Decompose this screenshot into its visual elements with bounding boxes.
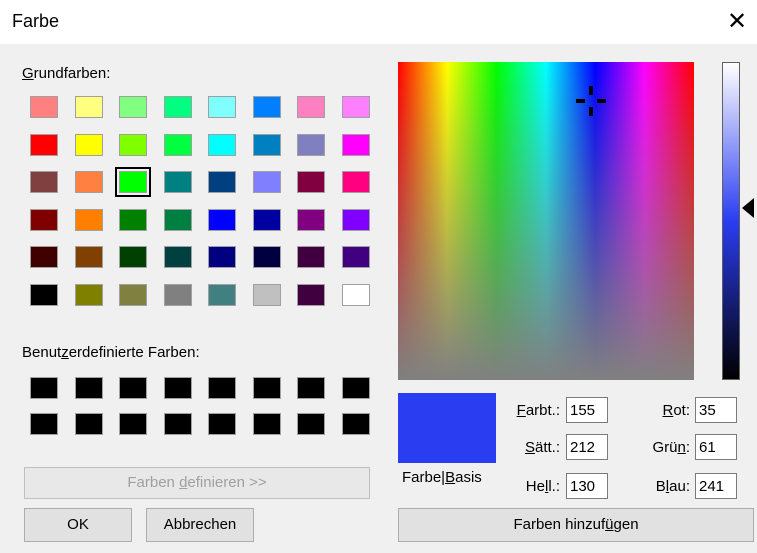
- custom-color-swatch[interactable]: [74, 413, 103, 435]
- basic-color-swatch[interactable]: [252, 283, 281, 306]
- basic-color-swatch[interactable]: [208, 283, 236, 306]
- basic-color-swatch[interactable]: [115, 167, 151, 197]
- basic-color-swatch[interactable]: [208, 96, 236, 118]
- basic-color-swatch[interactable]: [74, 246, 103, 268]
- luminance-label: Hell.:: [525, 478, 560, 495]
- add-color-button[interactable]: Farben hinzufügen: [398, 508, 754, 542]
- basic-color-swatch[interactable]: [252, 208, 281, 231]
- color-preview: [398, 393, 496, 463]
- basic-color-swatch[interactable]: [163, 283, 192, 306]
- basic-color-swatch[interactable]: [341, 96, 370, 118]
- basic-color-swatch[interactable]: [297, 96, 325, 118]
- custom-color-swatch[interactable]: [252, 377, 281, 399]
- basic-color-swatch[interactable]: [74, 133, 103, 156]
- custom-color-swatch[interactable]: [163, 413, 192, 435]
- custom-color-swatch[interactable]: [208, 377, 236, 399]
- green-label: Grün:: [652, 439, 690, 456]
- custom-color-swatch[interactable]: [252, 413, 281, 435]
- custom-colors-label: Benutzerdefinierte Farben:: [22, 344, 200, 361]
- basic-color-swatch[interactable]: [208, 208, 236, 231]
- basic-color-swatch[interactable]: [252, 96, 281, 118]
- custom-color-swatch[interactable]: [30, 377, 58, 399]
- blue-label: Blau:: [655, 478, 690, 495]
- hue-label: Farbt.:: [516, 402, 560, 419]
- preview-label: Farbe|Basis: [402, 469, 482, 486]
- red-label: Rot:: [662, 402, 690, 419]
- title-bar: Farbe ✕: [0, 0, 757, 44]
- custom-color-swatch[interactable]: [30, 413, 58, 435]
- saturation-input[interactable]: [566, 434, 608, 460]
- custom-color-swatch[interactable]: [341, 413, 370, 435]
- basic-color-swatch[interactable]: [341, 208, 370, 231]
- basic-color-swatch[interactable]: [119, 283, 147, 306]
- basic-color-swatch[interactable]: [74, 96, 103, 118]
- basic-color-swatch[interactable]: [119, 133, 147, 156]
- basic-color-swatch[interactable]: [208, 133, 236, 156]
- basic-colors-label: Grundfarben:: [22, 65, 111, 82]
- custom-color-swatch[interactable]: [208, 413, 236, 435]
- basic-color-swatch[interactable]: [163, 246, 192, 268]
- basic-color-swatch[interactable]: [297, 208, 325, 231]
- custom-color-swatch[interactable]: [297, 377, 325, 399]
- basic-color-swatch[interactable]: [297, 171, 325, 193]
- luminance-input[interactable]: [566, 473, 608, 499]
- basic-color-swatch[interactable]: [163, 208, 192, 231]
- basic-color-swatch[interactable]: [163, 133, 192, 156]
- basic-color-swatch[interactable]: [297, 133, 325, 156]
- ok-button[interactable]: OK: [24, 508, 132, 542]
- basic-color-swatch[interactable]: [74, 208, 103, 231]
- custom-color-swatch[interactable]: [119, 413, 147, 435]
- basic-color-swatch[interactable]: [297, 283, 325, 306]
- crosshair-icon: [576, 86, 606, 116]
- basic-color-swatch[interactable]: [341, 133, 370, 156]
- basic-color-swatch[interactable]: [341, 171, 370, 193]
- basic-color-swatch[interactable]: [30, 133, 58, 156]
- green-input[interactable]: [695, 434, 737, 460]
- basic-color-swatch[interactable]: [119, 96, 147, 118]
- custom-color-swatch[interactable]: [341, 377, 370, 399]
- basic-color-swatch[interactable]: [341, 283, 370, 306]
- basic-color-swatch[interactable]: [119, 208, 147, 231]
- custom-color-swatch[interactable]: [119, 377, 147, 399]
- custom-color-swatch[interactable]: [163, 377, 192, 399]
- luminance-arrow-icon[interactable]: [742, 198, 754, 218]
- custom-color-swatch[interactable]: [74, 377, 103, 399]
- window-title: Farbe: [12, 11, 60, 31]
- define-colors-button[interactable]: Farben definieren >>: [24, 467, 370, 499]
- basic-color-swatch[interactable]: [30, 171, 58, 193]
- custom-color-swatch[interactable]: [297, 413, 325, 435]
- saturation-label: Sätt.:: [524, 439, 560, 456]
- cancel-button[interactable]: Abbrechen: [146, 508, 254, 542]
- basic-color-swatch[interactable]: [341, 246, 370, 268]
- basic-color-swatch[interactable]: [30, 96, 58, 118]
- basic-color-swatch[interactable]: [208, 246, 236, 268]
- basic-color-swatch[interactable]: [297, 246, 325, 268]
- basic-color-swatch[interactable]: [163, 171, 192, 193]
- basic-color-swatch[interactable]: [252, 246, 281, 268]
- luminance-slider[interactable]: [722, 62, 740, 380]
- hue-input[interactable]: [566, 397, 608, 423]
- basic-color-swatch[interactable]: [74, 171, 103, 193]
- basic-color-swatch[interactable]: [252, 171, 281, 193]
- basic-color-swatch[interactable]: [163, 96, 192, 118]
- basic-color-swatch[interactable]: [208, 171, 236, 193]
- basic-color-swatch[interactable]: [119, 246, 147, 268]
- color-spectrum[interactable]: [398, 62, 694, 380]
- basic-color-swatch[interactable]: [252, 133, 281, 156]
- basic-color-swatch[interactable]: [30, 208, 58, 231]
- close-icon[interactable]: ✕: [723, 8, 751, 36]
- blue-input[interactable]: [695, 473, 737, 499]
- basic-color-swatch[interactable]: [30, 283, 58, 306]
- basic-color-swatch[interactable]: [30, 246, 58, 268]
- red-input[interactable]: [695, 397, 737, 423]
- basic-color-swatch[interactable]: [74, 283, 103, 306]
